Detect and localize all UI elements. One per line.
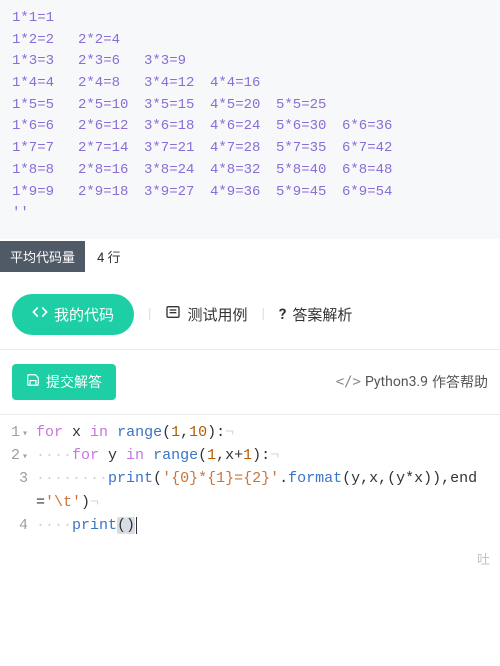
output-cell: 3*5=15 [144, 95, 210, 117]
output-cell: 2*2=4 [78, 30, 144, 52]
code-line[interactable]: 2▾····for y in range(1,x+1):¬ [0, 444, 500, 467]
output-row: 1*8=82*8=163*8=244*8=325*8=406*8=48 [12, 160, 488, 182]
output-cell: 3*6=18 [144, 116, 210, 138]
output-cell: 1*8=8 [12, 160, 78, 182]
output-cell: 4*6=24 [210, 116, 276, 138]
avg-code-bar: 平均代码量 4 行 [0, 241, 500, 272]
output-cell: 5*7=35 [276, 138, 342, 160]
output-row: 1*3=32*3=63*3=9 [12, 51, 488, 73]
submit-button[interactable]: 提交解答 [12, 364, 116, 400]
output-cell: 3*9=27 [144, 182, 210, 204]
output-cell: 6*7=42 [342, 138, 408, 160]
tab-test-case-label: 测试用例 [187, 304, 247, 325]
avg-code-label: 平均代码量 [0, 241, 85, 272]
tab-my-code-label: 我的代码 [54, 304, 114, 325]
output-cell: 5*8=40 [276, 160, 342, 182]
line-number: 2▾ [0, 444, 36, 467]
output-cell: 4*8=32 [210, 160, 276, 182]
output-cell: 2*3=6 [78, 51, 144, 73]
output-cell: 2*6=12 [78, 116, 144, 138]
output-cell: 1*6=6 [12, 116, 78, 138]
code-content[interactable]: for x in range(1,10):¬ [36, 421, 500, 444]
output-cell: 4*7=28 [210, 138, 276, 160]
answer-help-link[interactable]: </> Python3.9 作答帮助 [336, 372, 488, 392]
output-cell: 1*2=2 [12, 30, 78, 52]
help-lang-label: Python3.9 [365, 374, 428, 390]
tab-separator: | [261, 306, 264, 322]
text-cursor [136, 517, 137, 534]
output-cell: 1*5=5 [12, 95, 78, 117]
output-row: 1*9=92*9=183*9=274*9=365*9=456*9=54 [12, 182, 488, 204]
output-cell: 3*4=12 [144, 73, 210, 95]
output-cell: 5*9=45 [276, 182, 342, 204]
code-icon [32, 304, 48, 324]
output-cell: 1*7=7 [12, 138, 78, 160]
save-icon [26, 373, 40, 391]
code-line[interactable]: 3········print('{0}*{1}={2}'.format(y,x,… [0, 467, 500, 514]
output-cell: 3*8=24 [144, 160, 210, 182]
output-row: 1*5=52*5=103*5=154*5=205*5=25 [12, 95, 488, 117]
tab-my-code[interactable]: 我的代码 [12, 294, 134, 335]
tab-test-case[interactable]: 测试用例 [165, 304, 247, 325]
code-line[interactable]: 4····print() [0, 514, 500, 537]
code-icon: </> [336, 374, 361, 390]
tab-answer-label: 答案解析 [292, 304, 352, 325]
action-bar: 提交解答 </> Python3.9 作答帮助 [0, 350, 500, 414]
output-row: 1*7=72*7=143*7=214*7=285*7=356*7=42 [12, 138, 488, 160]
code-content[interactable]: ····for y in range(1,x+1):¬ [36, 444, 500, 467]
output-cell: 1*1=1 [12, 8, 78, 30]
output-cell: 5*5=25 [276, 95, 342, 117]
output-cell: 4*5=20 [210, 95, 276, 117]
output-cell: 2*9=18 [78, 182, 144, 204]
fold-arrow-icon[interactable]: ▾ [22, 429, 28, 440]
output-row: 1*1=1 [12, 8, 488, 30]
code-editor[interactable]: 1▾for x in range(1,10):¬2▾····for y in r… [0, 414, 500, 543]
output-cell: 4*9=36 [210, 182, 276, 204]
line-number: 4 [0, 514, 36, 537]
code-content[interactable]: ····print() [36, 514, 500, 537]
output-cell: 2*7=14 [78, 138, 144, 160]
output-cell: 1*3=3 [12, 51, 78, 73]
output-cell: 1*4=4 [12, 73, 78, 95]
line-number: 1▾ [0, 421, 36, 444]
output-cell: 3*7=21 [144, 138, 210, 160]
page-edge-text: 吐 [0, 543, 500, 568]
editor-tabs: 我的代码 | 测试用例 | ? 答案解析 [0, 272, 500, 350]
fold-arrow-icon[interactable]: ▾ [22, 452, 28, 463]
output-row: 1*6=62*6=123*6=184*6=245*6=306*6=36 [12, 116, 488, 138]
program-output-panel: 1*1=11*2=22*2=41*3=32*3=63*3=91*4=42*4=8… [0, 0, 500, 239]
output-cell: 5*6=30 [276, 116, 342, 138]
testcase-icon [165, 304, 181, 324]
code-line[interactable]: 1▾for x in range(1,10):¬ [0, 421, 500, 444]
output-row: 1*4=42*4=83*4=124*4=16 [12, 73, 488, 95]
output-cell: 1*9=9 [12, 182, 78, 204]
output-row: 1*2=22*2=4 [12, 30, 488, 52]
output-cell: 6*9=54 [342, 182, 408, 204]
output-cell: 6*8=48 [342, 160, 408, 182]
tab-separator: | [148, 306, 151, 322]
output-cell: 3*3=9 [144, 51, 210, 73]
output-cell: 4*4=16 [210, 73, 276, 95]
question-icon: ? [279, 305, 286, 323]
output-trailing: '' [12, 203, 488, 225]
line-number: 3 [0, 467, 36, 490]
code-content[interactable]: ········print('{0}*{1}={2}'.format(y,x,(… [36, 467, 500, 514]
help-text-label: 作答帮助 [432, 372, 488, 392]
tab-answer[interactable]: ? 答案解析 [279, 304, 352, 325]
output-cell: 6*6=36 [342, 116, 408, 138]
output-cell: 2*4=8 [78, 73, 144, 95]
output-cell: 2*8=16 [78, 160, 144, 182]
submit-button-label: 提交解答 [46, 372, 102, 392]
output-cell: 2*5=10 [78, 95, 144, 117]
avg-code-value: 4 行 [85, 241, 133, 272]
